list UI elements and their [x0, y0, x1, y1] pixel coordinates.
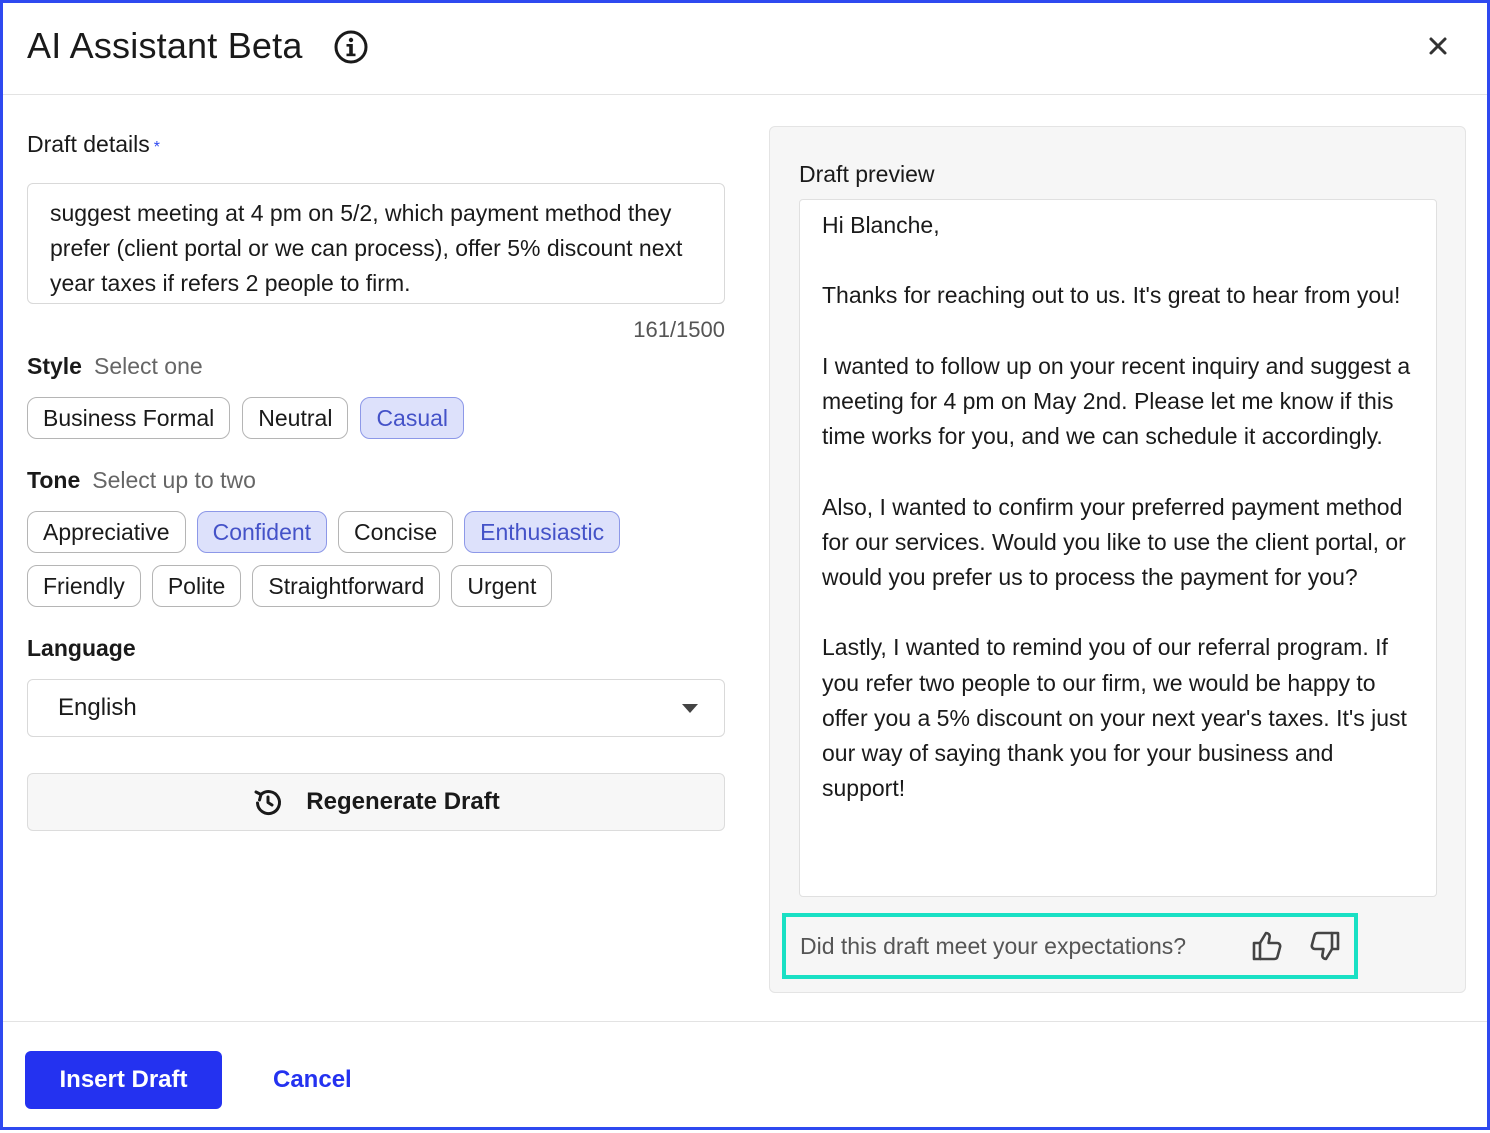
dialog-footer: Insert Draft Cancel	[3, 1021, 1487, 1133]
required-mark: *	[153, 139, 160, 156]
tone-chip-concise[interactable]: Concise	[338, 511, 454, 553]
draft-preview-label: Draft preview	[799, 161, 935, 187]
style-label: Style Select one	[27, 353, 203, 379]
preview-paragraph: I wanted to follow up on your recent inq…	[822, 352, 1411, 450]
style-chip-casual[interactable]: Casual	[360, 397, 465, 439]
close-icon[interactable]	[1423, 31, 1453, 61]
tone-options-row-2: Friendly Polite Straightforward Urgent	[27, 565, 553, 607]
tone-chip-polite[interactable]: Polite	[151, 565, 242, 607]
cancel-button[interactable]: Cancel	[273, 1051, 352, 1109]
tone-chip-straightforward[interactable]: Straightforward	[252, 565, 441, 607]
draft-preview-content[interactable]: Hi Blanche, Thanks for reaching out to u…	[799, 199, 1437, 897]
thumbs-down-icon[interactable]	[1306, 928, 1342, 964]
character-counter: 161/1500	[633, 317, 725, 342]
thumbs-up-icon[interactable]	[1250, 928, 1286, 964]
tone-chip-confident[interactable]: Confident	[196, 511, 328, 553]
tone-chip-enthusiastic[interactable]: Enthusiastic	[464, 511, 621, 553]
preview-paragraph: Lastly, I wanted to remind you of our re…	[822, 634, 1407, 802]
draft-preview-panel: Draft preview Hi Blanche, Thanks for rea…	[769, 126, 1466, 993]
preview-paragraph: Thanks for reaching out to us. It's grea…	[822, 282, 1401, 309]
dialog-header: AI Assistant Beta	[3, 3, 1487, 95]
info-circle-icon[interactable]	[333, 29, 369, 65]
tone-options-row-1: Appreciative Confident Concise Enthusias…	[27, 511, 621, 553]
caret-down-icon	[682, 704, 698, 713]
regenerate-draft-label: Regenerate Draft	[306, 788, 500, 815]
preview-paragraph: Hi Blanche,	[822, 212, 940, 238]
feedback-bar: Did this draft meet your expectations?	[782, 913, 1358, 979]
regenerate-draft-button[interactable]: Regenerate Draft	[27, 773, 725, 831]
style-options: Business Formal Neutral Casual	[27, 397, 465, 439]
style-hint: Select one	[93, 353, 203, 379]
draft-details-label: Draft details *	[27, 131, 160, 157]
language-label: Language	[27, 635, 136, 661]
tone-chip-urgent[interactable]: Urgent	[451, 565, 553, 607]
language-selected-value: English	[58, 694, 137, 721]
dialog-title: AI Assistant Beta	[27, 25, 303, 66]
preview-paragraph: Also, I wanted to confirm your preferred…	[822, 493, 1406, 590]
tone-label: Tone Select up to two	[27, 467, 256, 493]
draft-details-input[interactable]: suggest meeting at 4 pm on 5/2, which pa…	[27, 183, 725, 304]
insert-draft-button[interactable]: Insert Draft	[25, 1051, 222, 1109]
tone-chip-friendly[interactable]: Friendly	[27, 565, 141, 607]
feedback-question: Did this draft meet your expectations?	[800, 932, 1187, 959]
tone-hint: Select up to two	[92, 467, 256, 493]
language-select[interactable]: English	[27, 679, 725, 737]
refresh-icon	[254, 790, 282, 816]
ai-assistant-dialog: AI Assistant Beta Draft details * suggest…	[0, 0, 1490, 1130]
tone-chip-appreciative[interactable]: Appreciative	[27, 511, 186, 553]
style-chip-neutral[interactable]: Neutral	[242, 397, 349, 439]
style-chip-business-formal[interactable]: Business Formal	[27, 397, 231, 439]
